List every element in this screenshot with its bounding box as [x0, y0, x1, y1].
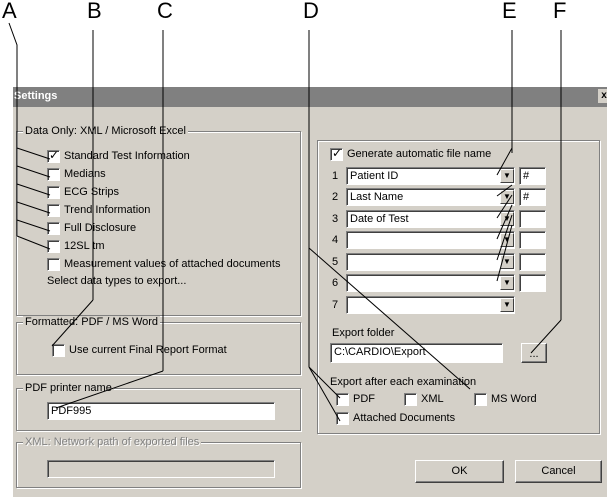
final-report-format-checkbox[interactable] [52, 344, 65, 357]
filename-row-4-select[interactable] [346, 231, 515, 249]
generate-filename-label: Generate automatic file name [347, 148, 492, 160]
callout-f: F [553, 0, 567, 23]
close-icon[interactable]: x [598, 89, 607, 103]
filename-row-6-select[interactable] [346, 274, 515, 292]
filename-row-7-select[interactable] [346, 296, 515, 314]
callout-a: A [2, 0, 17, 23]
xml-path-input [47, 460, 275, 478]
filename-row-1-separator[interactable]: # [519, 167, 546, 185]
12sl-label: 12SL tm [64, 240, 105, 252]
title-bar: Settings x [13, 87, 607, 107]
filename-row-2-select[interactable]: Last Name [346, 188, 515, 206]
callout-d: D [303, 0, 319, 23]
full-disclosure-label: Full Disclosure [64, 222, 137, 234]
filename-row-3-separator[interactable] [519, 210, 546, 228]
chevron-down-icon[interactable]: ▼ [500, 169, 514, 183]
filename-row-4-separator[interactable] [519, 231, 546, 249]
export-msword-label: MS Word [491, 393, 537, 405]
standard-test-info-label: Standard Test Information [64, 150, 190, 162]
browse-folder-button[interactable]: ... [521, 343, 547, 363]
pdf-printer-group: PDF printer name PDF995 [16, 382, 301, 431]
filename-row-1-num: 1 [332, 170, 339, 182]
chevron-down-icon[interactable]: ▼ [500, 276, 514, 290]
pdf-printer-name-input[interactable]: PDF995 [47, 402, 275, 420]
callout-b: B [87, 0, 102, 23]
cancel-button[interactable]: Cancel [515, 460, 602, 483]
export-pdf-label: PDF [353, 393, 375, 405]
medians-label: Medians [64, 168, 106, 180]
chevron-down-icon[interactable]: ▼ [500, 298, 514, 312]
filename-row-5-separator[interactable] [519, 253, 546, 271]
measurement-values-checkbox[interactable] [47, 258, 60, 271]
export-xml-checkbox[interactable] [404, 393, 417, 406]
ecg-strips-label: ECG Strips [64, 186, 120, 198]
export-attached-checkbox[interactable] [336, 412, 349, 425]
pdf-printer-legend: PDF printer name [23, 382, 114, 394]
export-pdf-checkbox[interactable] [336, 393, 349, 406]
generate-filename-checkbox[interactable]: ✓ [330, 146, 343, 161]
final-report-format-label: Use current Final Report Format [69, 344, 227, 356]
export-msword-checkbox[interactable] [474, 393, 487, 406]
ecg-strips-checkbox[interactable] [47, 186, 60, 199]
filename-row-6-separator[interactable] [519, 274, 546, 292]
export-xml-label: XML [421, 393, 444, 405]
export-attached-label: Attached Documents [353, 412, 456, 424]
filename-row-2-separator[interactable]: # [519, 188, 546, 206]
ok-button[interactable]: OK [415, 460, 504, 483]
filename-row-6-num: 6 [332, 277, 339, 289]
chevron-down-icon[interactable]: ▼ [500, 233, 514, 247]
chevron-down-icon[interactable]: ▼ [500, 212, 514, 226]
export-folder-label: Export folder [332, 327, 395, 339]
xml-path-group: XML: Network path of exported files [16, 436, 301, 488]
12sl-checkbox[interactable] [47, 240, 60, 253]
medians-checkbox[interactable] [47, 168, 60, 181]
data-only-group: Data Only: XML / Microsoft Excel ✓ Stand… [16, 125, 301, 316]
filename-group: ✓ Generate automatic file name 1 Patient… [317, 140, 600, 434]
formatted-group: Formatted: PDF / MS Word Use current Fin… [16, 316, 301, 375]
chevron-down-icon[interactable]: ▼ [500, 190, 514, 204]
filename-row-3-select[interactable]: Date of Test [346, 210, 515, 228]
data-only-legend: Data Only: XML / Microsoft Excel [23, 125, 188, 137]
xml-path-legend: XML: Network path of exported files [23, 436, 202, 448]
trend-information-label: Trend Information [64, 204, 151, 216]
filename-row-2-num: 2 [332, 191, 339, 203]
settings-dialog: Settings x Data Only: XML / Microsoft Ex… [12, 86, 607, 497]
filename-row-4-num: 4 [332, 234, 339, 246]
formatted-legend: Formatted: PDF / MS Word [23, 316, 161, 328]
callout-e: E [502, 0, 517, 23]
data-only-hint: Select data types to export... [47, 275, 187, 287]
filename-row-5-select[interactable] [346, 253, 515, 271]
measurement-values-label: Measurement values of attached documents [64, 258, 281, 270]
filename-row-3-num: 3 [332, 213, 339, 225]
callout-c: C [157, 0, 173, 23]
filename-row-1-select[interactable]: Patient ID [346, 167, 515, 185]
filename-row-5-num: 5 [332, 256, 339, 268]
window-title: Settings [14, 90, 58, 102]
standard-test-info-checkbox[interactable]: ✓ [47, 148, 60, 163]
filename-row-7-num: 7 [332, 299, 339, 311]
chevron-down-icon[interactable]: ▼ [500, 255, 514, 269]
full-disclosure-checkbox[interactable] [47, 222, 60, 235]
export-after-label: Export after each examination [330, 376, 477, 388]
export-folder-input[interactable]: C:\CARDIO\Export [330, 343, 503, 363]
trend-information-checkbox[interactable] [47, 204, 60, 217]
